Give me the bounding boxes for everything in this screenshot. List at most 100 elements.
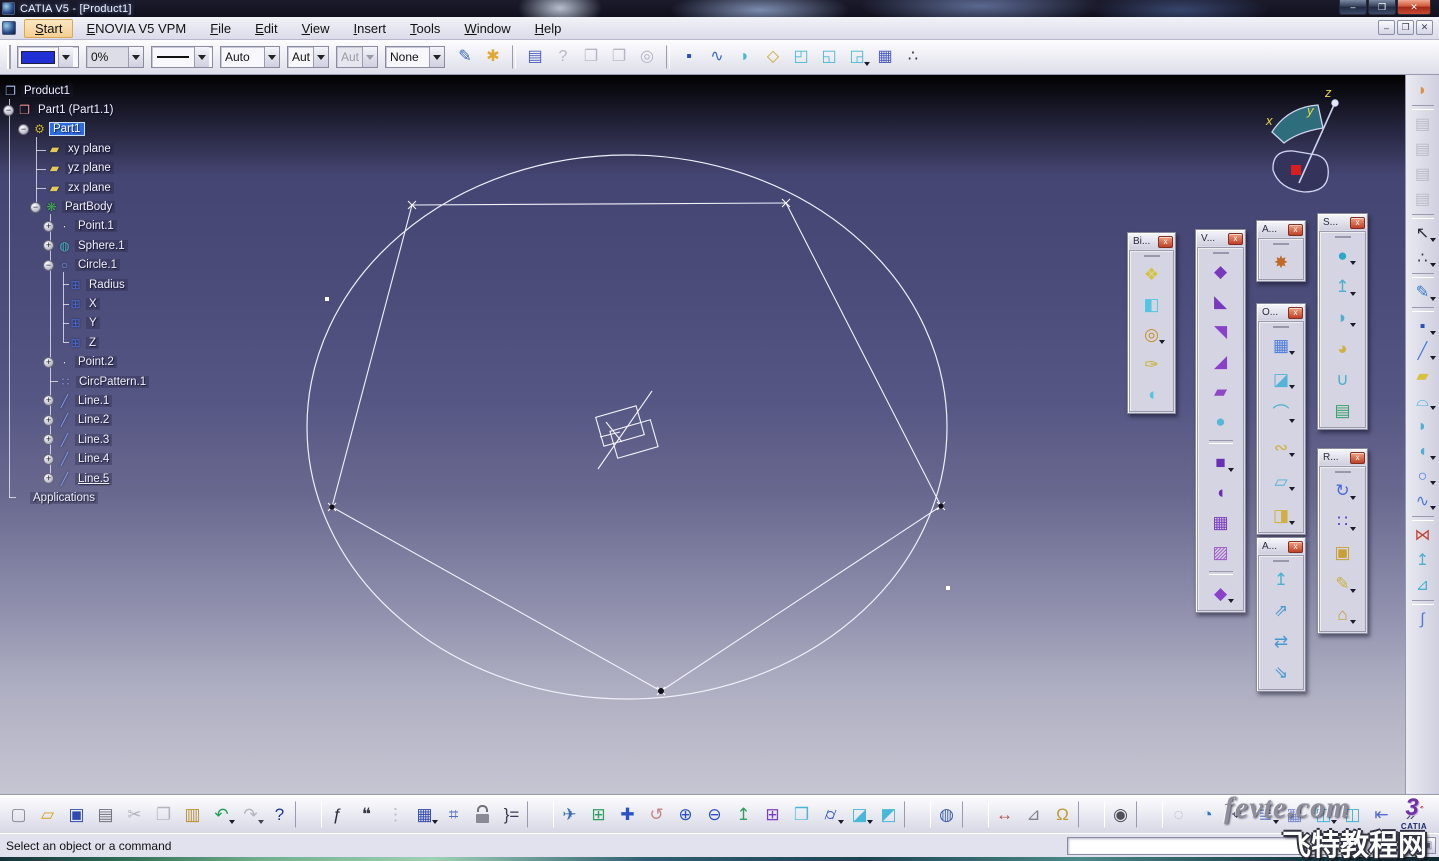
menu-edit[interactable]: Edit bbox=[244, 19, 288, 38]
close-icon[interactable]: ✕ bbox=[1397, 0, 1431, 15]
expander-icon[interactable]: + bbox=[43, 220, 54, 232]
symmetry-icon[interactable]: ⇄ bbox=[1268, 628, 1295, 655]
menu-file[interactable]: File bbox=[199, 19, 242, 38]
fill-color-combo[interactable] bbox=[17, 46, 79, 68]
expander-icon[interactable]: + bbox=[43, 356, 54, 368]
volume-cylinder-icon[interactable]: ● bbox=[1207, 408, 1234, 435]
powercopy-save-icon[interactable]: ✎ bbox=[1329, 570, 1356, 597]
menu-view[interactable]: View bbox=[291, 19, 341, 38]
toolbar-grip[interactable] bbox=[1334, 236, 1351, 238]
zoom-in-icon[interactable]: ⊕ bbox=[672, 801, 699, 828]
toolbar-title-bar[interactable]: O... x bbox=[1258, 305, 1304, 320]
transparency-combo[interactable]: 0% bbox=[86, 46, 144, 68]
mdi-close-icon[interactable]: ✕ bbox=[1416, 20, 1433, 35]
tree-item-line1[interactable]: + ╱ Line.1 bbox=[0, 391, 260, 410]
create-point-icon[interactable]: ▪ bbox=[676, 44, 702, 70]
workbench-icon[interactable]: ◗ bbox=[1410, 78, 1436, 103]
camera-icon[interactable]: ◉ bbox=[1107, 801, 1134, 828]
tree-item-line5[interactable]: + ╱ Line.5 bbox=[0, 469, 260, 488]
toolbar-title-bar[interactable]: A... x bbox=[1258, 222, 1304, 237]
curve-smooth-icon[interactable]: ∾ bbox=[1268, 434, 1295, 461]
select-box-behind-icon[interactable]: ◱ bbox=[816, 44, 842, 70]
origin-planes-symbol[interactable] bbox=[594, 390, 659, 470]
toolbar-grip[interactable] bbox=[7, 45, 11, 69]
point-symbol-combo[interactable]: Aut bbox=[287, 46, 329, 68]
offset-surface-icon[interactable]: ↥ bbox=[1329, 273, 1356, 300]
curve-point-marker[interactable] bbox=[946, 586, 950, 590]
close-icon[interactable]: x bbox=[1288, 540, 1303, 553]
healing-icon[interactable]: ⌒ bbox=[1268, 400, 1295, 427]
compass-free-rotation-handle[interactable] bbox=[1291, 165, 1301, 175]
expander-icon[interactable]: + bbox=[43, 453, 54, 465]
sketcher-icon[interactable]: ✎ bbox=[1410, 280, 1436, 305]
toolbar-grip[interactable] bbox=[1212, 252, 1229, 254]
expander-icon[interactable]: + bbox=[43, 434, 54, 446]
line-4[interactable] bbox=[331, 506, 662, 692]
point-marker[interactable] bbox=[658, 688, 664, 694]
surface-sketch-icon[interactable]: ✑ bbox=[1138, 351, 1165, 378]
line-5[interactable] bbox=[331, 204, 413, 508]
rotate-icon[interactable]: ↺ bbox=[643, 801, 670, 828]
swap-space-icon[interactable]: ◩ bbox=[875, 801, 902, 828]
quad-view-icon[interactable]: ⊞ bbox=[759, 801, 786, 828]
scaling-icon[interactable]: ⇘ bbox=[1268, 659, 1295, 686]
catalog-icon[interactable]: ⌂ bbox=[1329, 601, 1356, 628]
trim-icon[interactable]: ◧ bbox=[1138, 291, 1165, 318]
point-marker[interactable] bbox=[938, 503, 944, 509]
spline-icon[interactable]: ∿ bbox=[1410, 489, 1436, 514]
compass[interactable]: x y z bbox=[1265, 85, 1339, 193]
close-icon[interactable]: x bbox=[1350, 451, 1365, 464]
tree-item-line3[interactable]: + ╱ Line.3 bbox=[0, 430, 260, 449]
join-icon[interactable]: ⋈ bbox=[1410, 523, 1436, 548]
expander-icon[interactable]: − bbox=[30, 201, 41, 213]
blend-surface-icon[interactable]: ∪ bbox=[1329, 366, 1356, 393]
volume-multi-icon[interactable]: ▰ bbox=[1207, 378, 1234, 405]
chevron-down-icon[interactable] bbox=[264, 47, 279, 67]
fly-mode-icon[interactable]: ✈ bbox=[556, 801, 583, 828]
shell-icon[interactable]: ◖ bbox=[1207, 479, 1234, 506]
toolbar-grip[interactable] bbox=[1273, 560, 1289, 562]
split-trim-icon[interactable]: ◪ bbox=[1268, 366, 1295, 393]
wizard-icon[interactable]: ✱ bbox=[480, 44, 506, 70]
axis-splash-icon[interactable]: ✸ bbox=[1268, 249, 1295, 276]
tree-item-sphere1[interactable]: + ◍ Sphere.1 bbox=[0, 236, 260, 255]
close-icon[interactable]: x bbox=[1288, 223, 1303, 236]
select-splash-icon[interactable]: ∴ bbox=[900, 44, 926, 70]
tree-item-circpattern1[interactable]: ∷ CircPattern.1 bbox=[0, 372, 260, 391]
comment-icon[interactable]: ❝ bbox=[353, 801, 380, 828]
expander-icon[interactable]: + bbox=[43, 240, 54, 252]
formula-icon[interactable]: ƒ bbox=[324, 801, 351, 828]
untrim-icon[interactable]: ▱ bbox=[1268, 468, 1295, 495]
plane-icon[interactable]: ▰ bbox=[1410, 364, 1436, 389]
menu-insert[interactable]: Insert bbox=[343, 19, 398, 38]
circular-pattern-icon[interactable]: ↻ bbox=[1329, 477, 1356, 504]
tree-item-line4[interactable]: + ╱ Line.4 bbox=[0, 449, 260, 468]
chevron-down-icon[interactable] bbox=[429, 47, 444, 67]
disassemble-icon[interactable]: ◨ bbox=[1268, 502, 1295, 529]
line-1[interactable] bbox=[411, 202, 787, 206]
expander-icon[interactable]: − bbox=[43, 259, 54, 271]
render-style-icon[interactable]: ⌭ bbox=[817, 801, 844, 828]
checker-pattern-icon[interactable]: ▦ bbox=[1268, 332, 1295, 359]
circle-icon[interactable]: ○ bbox=[1410, 464, 1436, 489]
point-icon[interactable]: ▪ bbox=[1410, 314, 1436, 339]
restore-icon[interactable]: ❐ bbox=[1368, 0, 1396, 15]
paste-icon[interactable]: ▥ bbox=[179, 801, 206, 828]
line-weight-combo[interactable]: Auto bbox=[220, 46, 280, 68]
toolbar-grip[interactable] bbox=[1273, 243, 1289, 245]
toolbar-grip[interactable] bbox=[1273, 326, 1289, 328]
toolbar-title-bar[interactable]: V... x bbox=[1197, 231, 1244, 246]
law-icon[interactable]: ∫ bbox=[1410, 607, 1436, 632]
swept-surface-icon[interactable]: ◗ bbox=[1329, 304, 1356, 331]
save-icon[interactable]: ▣ bbox=[63, 801, 90, 828]
mdi-minimize-icon[interactable]: – bbox=[1378, 20, 1395, 35]
expander-icon[interactable]: − bbox=[18, 123, 29, 135]
sphere-surface-icon[interactable]: ● bbox=[1329, 242, 1356, 269]
fit-all-icon[interactable]: ⊞ bbox=[585, 801, 612, 828]
line-3[interactable] bbox=[660, 505, 942, 692]
tree-item-applications[interactable]: Applications bbox=[0, 488, 260, 507]
close-icon[interactable]: x bbox=[1350, 216, 1365, 229]
tree-item-zx-plane[interactable]: ▰ zx plane bbox=[0, 178, 260, 197]
thick-block-icon[interactable]: ■ bbox=[1207, 449, 1234, 476]
tree-item-part1[interactable]: − ⚙ Part1 bbox=[0, 120, 260, 139]
